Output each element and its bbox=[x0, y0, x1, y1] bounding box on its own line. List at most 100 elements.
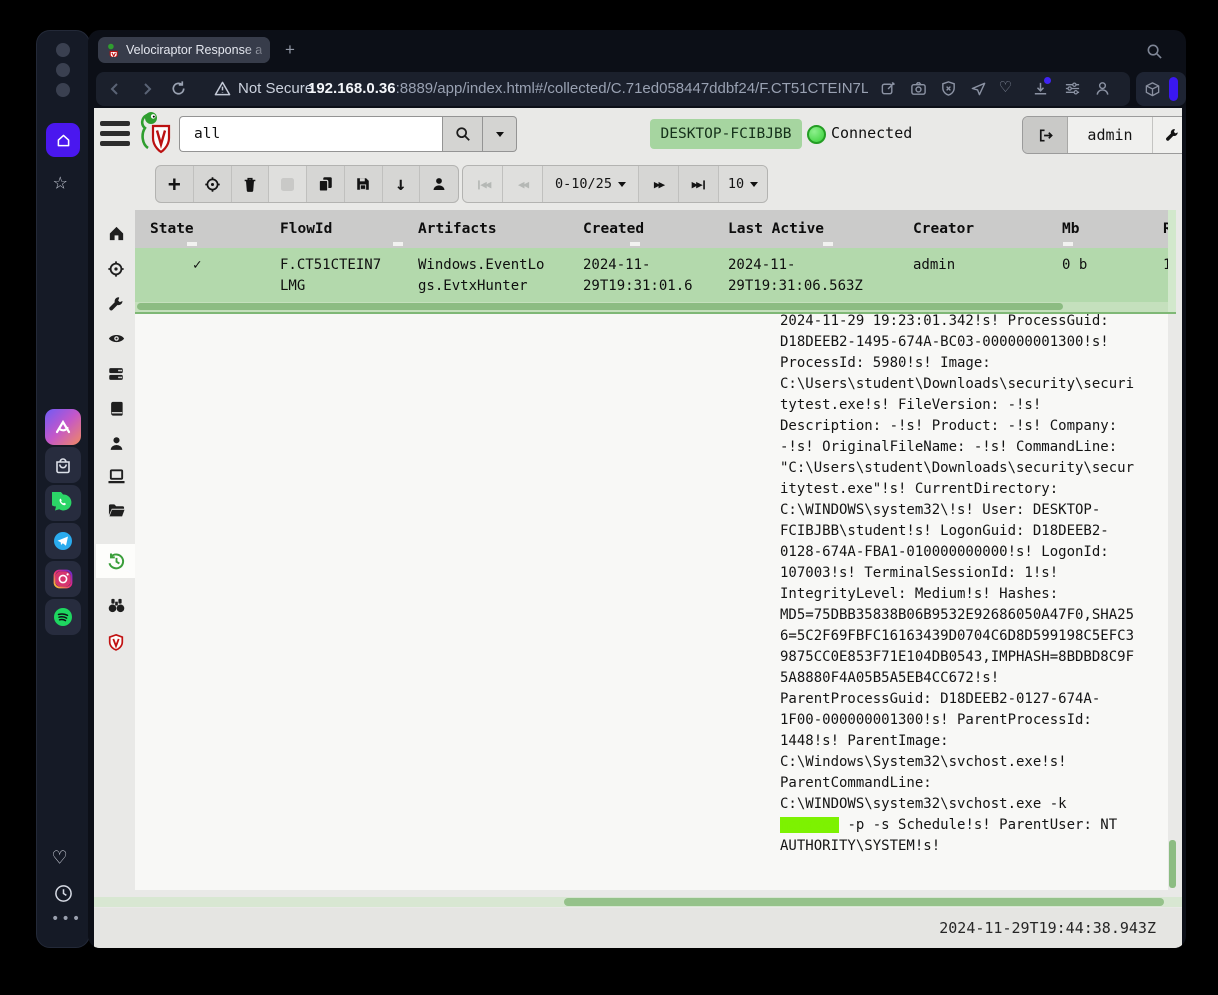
eye-icon bbox=[107, 329, 126, 348]
column-resize-handle[interactable] bbox=[1063, 242, 1073, 246]
assign-user-button[interactable] bbox=[420, 166, 458, 202]
column-header-mb[interactable]: Mb bbox=[1062, 221, 1079, 237]
extension-group[interactable] bbox=[1136, 72, 1186, 106]
sidebar-item-hunt-manager[interactable] bbox=[96, 252, 136, 286]
person-icon bbox=[108, 435, 125, 452]
row-flow-id[interactable]: F.CT51CTEIN7LMG bbox=[280, 255, 383, 297]
send-icon[interactable] bbox=[970, 80, 987, 97]
client-badge[interactable]: DESKTOP-FCIBJBB bbox=[650, 119, 802, 149]
sidebar-item-server-events[interactable] bbox=[96, 357, 136, 391]
sidebar-item-view-artifacts[interactable] bbox=[96, 287, 136, 321]
column-resize-handle[interactable] bbox=[187, 242, 197, 246]
telegram-icon[interactable] bbox=[45, 523, 81, 559]
new-tab-button[interactable]: + bbox=[280, 40, 300, 60]
download-button[interactable]: ↓ bbox=[383, 166, 421, 202]
stop-icon bbox=[280, 177, 295, 192]
window-control-dot[interactable] bbox=[56, 83, 70, 97]
sliders-icon[interactable] bbox=[1064, 80, 1081, 97]
search-input[interactable] bbox=[179, 116, 442, 152]
more-icon[interactable]: ••• bbox=[51, 911, 82, 927]
sidebar-item-client-events[interactable] bbox=[96, 321, 136, 355]
copy-button[interactable] bbox=[307, 166, 345, 202]
sidebar-item-home[interactable] bbox=[96, 216, 136, 250]
username-button[interactable]: admin bbox=[1068, 117, 1153, 153]
page-hscroll-thumb[interactable] bbox=[564, 898, 1164, 906]
column-header-creator[interactable]: Creator bbox=[913, 221, 974, 237]
table-vscroll-track[interactable] bbox=[1168, 210, 1176, 312]
column-resize-handle[interactable] bbox=[823, 242, 833, 246]
profile-icon[interactable] bbox=[1094, 80, 1111, 97]
heart-icon[interactable]: ♡ bbox=[53, 848, 66, 870]
log-highlight: netsvcs bbox=[780, 817, 839, 833]
table-hscroll-thumb[interactable] bbox=[137, 303, 1063, 310]
page-size-dropdown[interactable]: 10 bbox=[719, 166, 767, 202]
sidebar-item-collected-artifacts[interactable] bbox=[96, 544, 136, 578]
page-size-label: 10 bbox=[728, 176, 744, 192]
refresh-icon[interactable] bbox=[170, 80, 187, 97]
compose-icon[interactable] bbox=[880, 80, 897, 97]
logout-button[interactable] bbox=[1023, 117, 1068, 153]
back-icon[interactable] bbox=[106, 80, 124, 98]
search-dropdown-button[interactable] bbox=[483, 116, 517, 152]
whatsapp-icon[interactable] bbox=[45, 485, 81, 521]
column-header-artifacts[interactable]: Artifacts bbox=[418, 221, 497, 237]
stop-button bbox=[269, 166, 307, 202]
velociraptor-logo[interactable] bbox=[138, 111, 172, 157]
binoculars-icon bbox=[107, 596, 126, 614]
spotify-icon[interactable] bbox=[45, 599, 81, 635]
sidebar-item-virtual-filesystem[interactable] bbox=[96, 493, 136, 527]
sidebar-item-search[interactable] bbox=[96, 588, 136, 622]
row-state-check: ✓ bbox=[193, 255, 201, 276]
column-header-created[interactable]: Created bbox=[583, 221, 644, 237]
window-control-dot[interactable] bbox=[56, 43, 70, 57]
arc-browser-icon[interactable] bbox=[45, 409, 81, 445]
forward-icon[interactable] bbox=[138, 80, 156, 98]
target-icon bbox=[204, 176, 221, 193]
sidebar-item-host-information[interactable] bbox=[96, 459, 136, 493]
connection-status-dot bbox=[807, 125, 826, 144]
person-icon bbox=[431, 176, 447, 192]
sidebar-item-users[interactable] bbox=[96, 426, 136, 460]
target-button[interactable] bbox=[194, 166, 232, 202]
last-page-icon: ▶▶❙ bbox=[692, 178, 706, 191]
next-page-button[interactable]: ▶▶ bbox=[639, 166, 679, 202]
column-resize-handle[interactable] bbox=[630, 242, 640, 246]
column-resize-handle[interactable] bbox=[393, 242, 403, 246]
delete-button[interactable] bbox=[232, 166, 270, 202]
page-range-dropdown[interactable]: 0-10/25 bbox=[543, 166, 639, 202]
dock-home-button[interactable] bbox=[46, 123, 80, 157]
url-text[interactable]: 192.168.0.36:8889/app/index.html#/collec… bbox=[308, 80, 868, 97]
star-icon[interactable]: ☆ bbox=[53, 169, 67, 193]
pane-vscroll-thumb[interactable] bbox=[1169, 840, 1176, 888]
sidebar-item-velociraptor[interactable] bbox=[96, 625, 136, 659]
column-header-flowid[interactable]: FlowId bbox=[280, 221, 332, 237]
hamburger-menu[interactable] bbox=[94, 108, 138, 160]
heart-icon[interactable]: ♡ bbox=[1000, 77, 1011, 98]
not-secure-warning-icon bbox=[214, 80, 231, 97]
save-button[interactable] bbox=[345, 166, 383, 202]
shield-x-icon[interactable] bbox=[940, 80, 957, 97]
tab-indicator-pill bbox=[1169, 77, 1178, 101]
new-collection-button[interactable]: + bbox=[156, 166, 194, 202]
column-header-state[interactable]: State bbox=[150, 221, 194, 237]
cube-icon[interactable] bbox=[1144, 81, 1161, 98]
app-store-icon[interactable] bbox=[45, 447, 81, 483]
row-last-active: 2024-11-29T19:31:06.563Z bbox=[728, 255, 866, 297]
crosshair-icon bbox=[107, 260, 125, 278]
camera-icon[interactable] bbox=[910, 80, 927, 97]
home-icon bbox=[55, 132, 72, 149]
browser-tab[interactable]: Velociraptor Response a bbox=[98, 37, 270, 63]
clock-icon[interactable] bbox=[54, 884, 73, 903]
browser-search-icon[interactable] bbox=[1146, 43, 1163, 60]
instagram-icon[interactable] bbox=[45, 561, 81, 597]
row-created: 2024-11-29T19:31:01.6 bbox=[583, 255, 696, 297]
sidebar-item-notebooks[interactable] bbox=[96, 392, 136, 426]
last-page-button[interactable]: ▶▶❙ bbox=[679, 166, 719, 202]
search-button[interactable] bbox=[442, 116, 483, 152]
browser-window: Velociraptor Response a + Not Secure 192… bbox=[88, 30, 1186, 948]
logout-icon bbox=[1037, 127, 1054, 144]
column-header-last-active[interactable]: Last Active bbox=[728, 221, 824, 237]
settings-button[interactable] bbox=[1153, 117, 1182, 153]
download-icon[interactable] bbox=[1032, 80, 1049, 97]
window-control-dot[interactable] bbox=[56, 63, 70, 77]
